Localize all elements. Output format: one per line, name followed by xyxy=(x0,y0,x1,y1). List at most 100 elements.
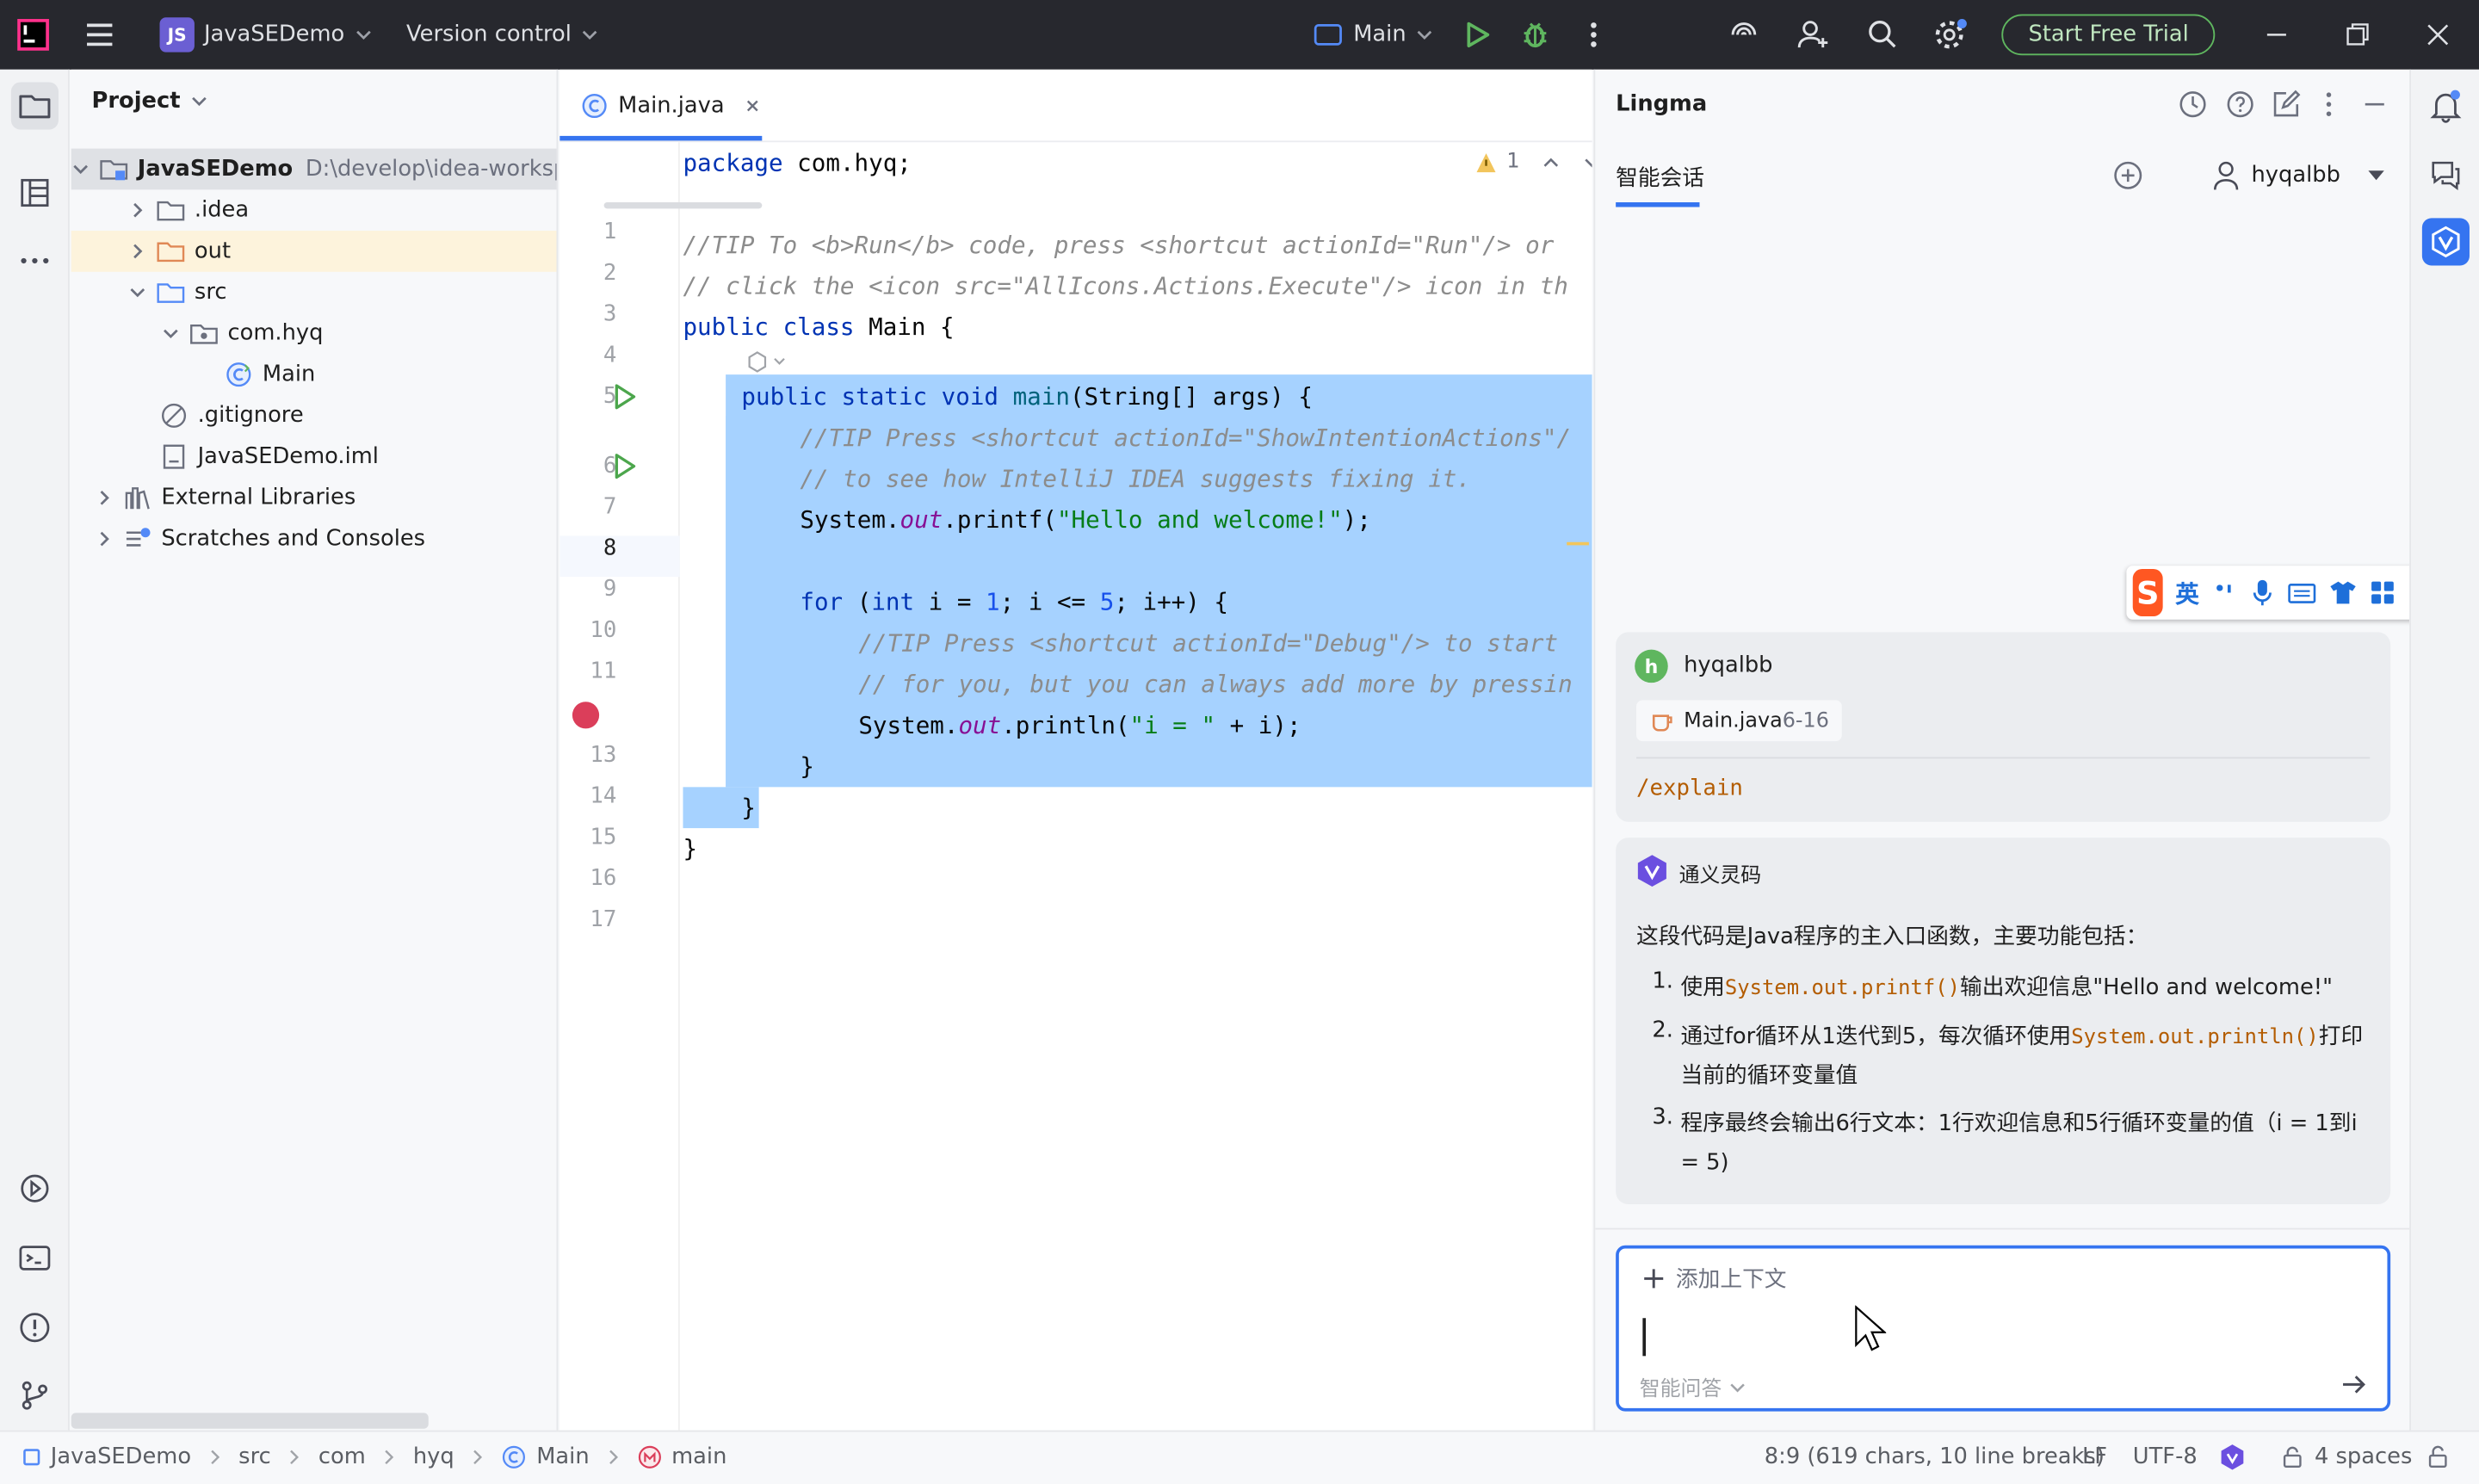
file-reference-chip[interactable]: Main.java 6-16 xyxy=(1636,700,1842,742)
hide-panel-icon[interactable] xyxy=(2360,89,2389,121)
indent-setting[interactable]: 4 spaces xyxy=(2280,1431,2412,1482)
chevron-down-icon[interactable] xyxy=(161,324,180,343)
line-number: 16 xyxy=(590,866,617,892)
line-number: 6 xyxy=(603,453,617,479)
settings-gear-icon[interactable] xyxy=(1932,0,1969,70)
tree-path: D:\develop\idea-workspac xyxy=(305,156,557,182)
more-tools-icon[interactable] xyxy=(11,237,59,284)
breadcrumb-item[interactable]: hyq xyxy=(413,1444,454,1469)
code-line: public class Main { xyxy=(683,312,955,342)
user-menu[interactable]: hyqalbb xyxy=(2210,158,2388,193)
more-options-icon[interactable] xyxy=(2319,89,2338,121)
more-actions-icon[interactable] xyxy=(1581,0,1606,70)
notifications-bell-icon[interactable] xyxy=(2422,82,2470,129)
main-menu-icon[interactable] xyxy=(83,0,117,70)
tree-label: External Libraries xyxy=(161,485,356,511)
run-config-selector[interactable]: Main xyxy=(1312,0,1434,70)
title-bar: JS JavaSEDemo Version control Main Start… xyxy=(0,0,2479,70)
add-user-icon[interactable] xyxy=(1796,0,1831,70)
help-icon[interactable] xyxy=(2224,89,2256,121)
caret-position[interactable]: 8:9 (619 chars, 10 line breaks) xyxy=(1765,1431,2105,1482)
tree-label: JavaSEDemo.iml xyxy=(197,443,379,470)
tree-row-iml[interactable]: JavaSEDemo.iml xyxy=(71,436,557,478)
chevron-right-icon[interactable] xyxy=(128,201,147,220)
breadcrumb-item[interactable]: src xyxy=(238,1444,271,1469)
breadcrumb-item[interactable]: Main xyxy=(536,1444,589,1469)
code-line: } xyxy=(683,834,698,863)
tree-row-gitignore[interactable]: .gitignore xyxy=(71,395,557,436)
chevron-right-icon[interactable] xyxy=(95,488,114,507)
add-session-icon[interactable] xyxy=(2112,159,2144,191)
tree-row-package[interactable]: com.hyq xyxy=(71,313,557,355)
search-icon[interactable] xyxy=(1865,0,1900,70)
chevron-right-icon xyxy=(605,1450,621,1465)
line-number: 5 xyxy=(603,384,617,410)
tree-row-external-libraries[interactable]: External Libraries xyxy=(71,477,557,518)
tree-row-out[interactable]: out xyxy=(71,231,557,272)
tab-smart-chat[interactable]: 智能会话 xyxy=(1616,161,1704,193)
punctuation-icon xyxy=(2212,580,2237,605)
inspection-widget[interactable]: 1 xyxy=(1468,150,1592,174)
horizontal-scrollbar[interactable] xyxy=(71,1413,429,1429)
breadcrumb-item[interactable]: JavaSEDemo xyxy=(51,1444,191,1469)
line-separator[interactable]: LF xyxy=(2082,1431,2107,1482)
breakpoint-icon[interactable] xyxy=(572,702,600,729)
ai-chat-icon[interactable] xyxy=(2422,150,2470,197)
terminal-icon[interactable] xyxy=(11,1234,59,1282)
chevron-right-icon[interactable] xyxy=(128,242,147,261)
code-area[interactable]: package com.hyq; 1 //TIP To <b>Run</b> c… xyxy=(682,142,1592,1430)
chevron-up-icon[interactable] xyxy=(1542,152,1561,171)
file-encoding[interactable]: UTF-8 xyxy=(2133,1431,2198,1482)
breadcrumb-item[interactable]: main xyxy=(671,1444,726,1469)
new-chat-edit-icon[interactable] xyxy=(2271,89,2303,121)
close-window-icon[interactable] xyxy=(2422,0,2454,70)
tree-row-src[interactable]: src xyxy=(71,272,557,313)
project-tool-folder-icon[interactable] xyxy=(10,82,59,130)
chevron-down-icon[interactable] xyxy=(128,283,147,302)
ime-toolbar[interactable]: S 英 xyxy=(2126,566,2410,620)
tab-main-java[interactable]: Main.java xyxy=(559,70,762,141)
services-run-icon[interactable] xyxy=(11,1165,59,1212)
code-line: // for you, but you can always add more … xyxy=(858,670,1573,699)
lingma-tool-icon[interactable] xyxy=(2421,218,2470,266)
tree-row-idea[interactable]: .idea xyxy=(71,189,557,231)
chat-input-box[interactable]: 添加上下文 智能问答 xyxy=(1616,1245,2391,1412)
add-context-button[interactable]: 添加上下文 xyxy=(1641,1263,1787,1295)
line-gutter: 1 2 3 4 5 6 7 8 9 10 11 13 14 15 16 17 xyxy=(559,142,680,1431)
structure-icon[interactable] xyxy=(11,169,59,216)
git-icon[interactable] xyxy=(11,1372,59,1419)
run-gutter-icon[interactable] xyxy=(610,452,639,480)
list-item: 使用System.out.printf()输出欢迎信息"Hello and we… xyxy=(1680,974,2333,1001)
ai-assistant-icon[interactable] xyxy=(1727,0,1761,70)
vcs-menu[interactable]: Version control xyxy=(406,0,600,70)
run-gutter-icon[interactable] xyxy=(610,382,639,411)
lingma-inline-icon[interactable] xyxy=(746,351,794,374)
mode-selector[interactable]: 智能问答 xyxy=(1640,1372,1747,1402)
read-only-toggle-icon[interactable] xyxy=(2426,1431,2451,1482)
code-line: } xyxy=(800,751,814,781)
breadcrumb-item[interactable]: com xyxy=(318,1444,366,1469)
library-icon xyxy=(123,484,151,512)
lingma-status-icon[interactable] xyxy=(2218,1431,2247,1482)
tree-row-scratches[interactable]: Scratches and Consoles xyxy=(71,518,557,560)
user-message-card: h hyqalbb Main.java 6-16 /explain xyxy=(1616,632,2391,822)
restore-window-icon[interactable] xyxy=(2341,0,2373,70)
debug-icon[interactable] xyxy=(1519,0,1551,70)
tree-row-project-root[interactable]: JavaSEDemo D:\develop\idea-workspac xyxy=(71,148,557,190)
close-tab-icon[interactable] xyxy=(744,96,763,114)
minimize-window-icon[interactable] xyxy=(2261,0,2293,70)
project-switcher[interactable]: JS JavaSEDemo xyxy=(159,0,374,70)
ignore-file-icon xyxy=(160,401,189,430)
tree-row-main-class[interactable]: Main xyxy=(71,354,557,395)
chevron-down-icon[interactable] xyxy=(71,159,90,178)
start-free-trial-button[interactable]: Start Free Trial xyxy=(2001,0,2216,70)
project-panel-header[interactable]: Project xyxy=(92,89,209,114)
problems-icon[interactable] xyxy=(11,1304,59,1351)
chevron-right-icon[interactable] xyxy=(95,529,114,548)
chevron-down-icon[interactable] xyxy=(1583,152,1592,171)
history-icon[interactable] xyxy=(2177,89,2209,121)
application-icon xyxy=(1314,23,1342,46)
send-arrow-icon[interactable] xyxy=(2339,1369,2371,1401)
intellij-logo[interactable] xyxy=(15,0,50,70)
run-icon[interactable] xyxy=(1461,0,1493,70)
